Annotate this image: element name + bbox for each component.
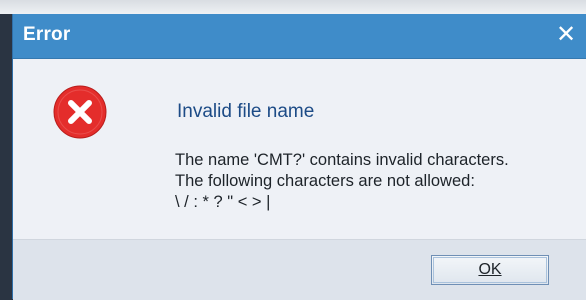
dialog-footer: OK	[13, 239, 586, 300]
dialog-content: Invalid file name The name 'CMT?' contai…	[13, 59, 586, 239]
dialog-titlebar[interactable]: Error ✕	[13, 14, 586, 59]
ok-button[interactable]: OK	[431, 255, 549, 285]
background-window-strip	[0, 0, 586, 14]
close-icon[interactable]: ✕	[551, 20, 581, 50]
message-line: \ / : * ? " < > |	[175, 193, 271, 211]
dialog-message: The name 'CMT?' contains invalid charact…	[175, 150, 509, 213]
screen: Error ✕ Invalid file name The name 'CMT?…	[0, 0, 586, 300]
message-line: The name 'CMT?' contains invalid charact…	[175, 151, 509, 169]
dialog-heading: Invalid file name	[177, 101, 315, 122]
ok-button-label: OK	[478, 261, 502, 278]
dialog-title: Error	[23, 24, 71, 45]
error-icon	[53, 85, 107, 139]
error-dialog: Error ✕ Invalid file name The name 'CMT?…	[12, 14, 586, 300]
message-line: The following characters are not allowed…	[175, 172, 475, 190]
